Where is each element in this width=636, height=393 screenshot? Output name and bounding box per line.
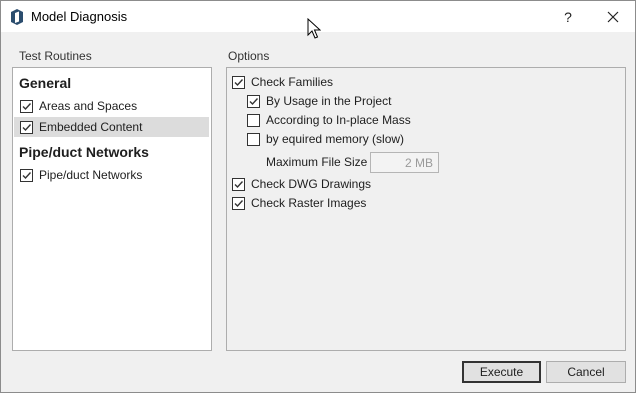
option-label: Check Families bbox=[251, 75, 334, 89]
test-routines-list: General Areas and Spaces Embedded Conten… bbox=[12, 67, 212, 351]
option-label: Check Raster Images bbox=[251, 196, 367, 210]
option-by-required-memory[interactable]: by equired memory (slow) bbox=[247, 129, 404, 149]
check-icon bbox=[22, 171, 32, 179]
options-title: Options bbox=[228, 49, 270, 63]
option-check-families[interactable]: Check Families bbox=[232, 72, 333, 92]
model-diagnosis-dialog: Model Diagnosis ? Test Routines General … bbox=[0, 0, 636, 393]
check-icon bbox=[249, 97, 259, 105]
routine-areas-and-spaces[interactable]: Areas and Spaces bbox=[20, 96, 208, 116]
option-check-dwg[interactable]: Check DWG Drawings bbox=[232, 174, 371, 194]
checkbox[interactable] bbox=[20, 99, 33, 113]
routine-label: Embedded Content bbox=[39, 120, 143, 134]
check-icon bbox=[234, 78, 244, 86]
checkbox[interactable] bbox=[20, 120, 33, 134]
option-label: According to In-place Mass bbox=[266, 113, 411, 127]
group-header-pipe-duct: Pipe/duct Networks bbox=[19, 144, 149, 160]
check-icon bbox=[22, 123, 32, 131]
checkbox[interactable] bbox=[247, 94, 260, 108]
checkbox[interactable] bbox=[232, 196, 245, 210]
routine-label: Pipe/duct Networks bbox=[39, 168, 143, 182]
execute-button[interactable]: Execute bbox=[462, 361, 541, 383]
checkbox[interactable] bbox=[20, 168, 33, 182]
option-label: by equired memory (slow) bbox=[266, 132, 405, 146]
checkbox[interactable] bbox=[232, 75, 245, 89]
option-according-inplace-mass[interactable]: According to In-place Mass bbox=[247, 110, 411, 130]
options-panel: Check Families By Usage in the Project A… bbox=[226, 67, 626, 351]
title-bar: Model Diagnosis ? bbox=[1, 1, 635, 39]
close-icon bbox=[607, 11, 618, 22]
window-title: Model Diagnosis bbox=[31, 9, 128, 24]
option-label: Check DWG Drawings bbox=[251, 177, 372, 191]
test-routines-title: Test Routines bbox=[19, 49, 92, 63]
cancel-button[interactable]: Cancel bbox=[546, 361, 626, 383]
close-button[interactable] bbox=[590, 1, 635, 32]
option-check-raster[interactable]: Check Raster Images bbox=[232, 193, 366, 213]
check-icon bbox=[22, 102, 32, 110]
max-file-size-input[interactable] bbox=[370, 152, 439, 173]
mouse-pointer-icon bbox=[307, 18, 321, 39]
routine-pipe-duct-networks[interactable]: Pipe/duct Networks bbox=[20, 165, 208, 185]
max-file-size-label: Maximum File Size bbox=[266, 155, 368, 169]
routine-label: Areas and Spaces bbox=[39, 99, 138, 113]
group-header-general: General bbox=[19, 75, 72, 91]
option-by-usage[interactable]: By Usage in the Project bbox=[247, 91, 391, 111]
help-button[interactable]: ? bbox=[546, 1, 590, 32]
checkbox[interactable] bbox=[247, 113, 260, 127]
check-icon bbox=[234, 180, 244, 188]
routine-embedded-content[interactable]: Embedded Content bbox=[14, 117, 209, 137]
checkbox[interactable] bbox=[247, 132, 260, 146]
option-label: By Usage in the Project bbox=[266, 94, 392, 108]
checkbox[interactable] bbox=[232, 177, 245, 191]
check-icon bbox=[234, 199, 244, 207]
app-logo-icon bbox=[11, 9, 23, 25]
